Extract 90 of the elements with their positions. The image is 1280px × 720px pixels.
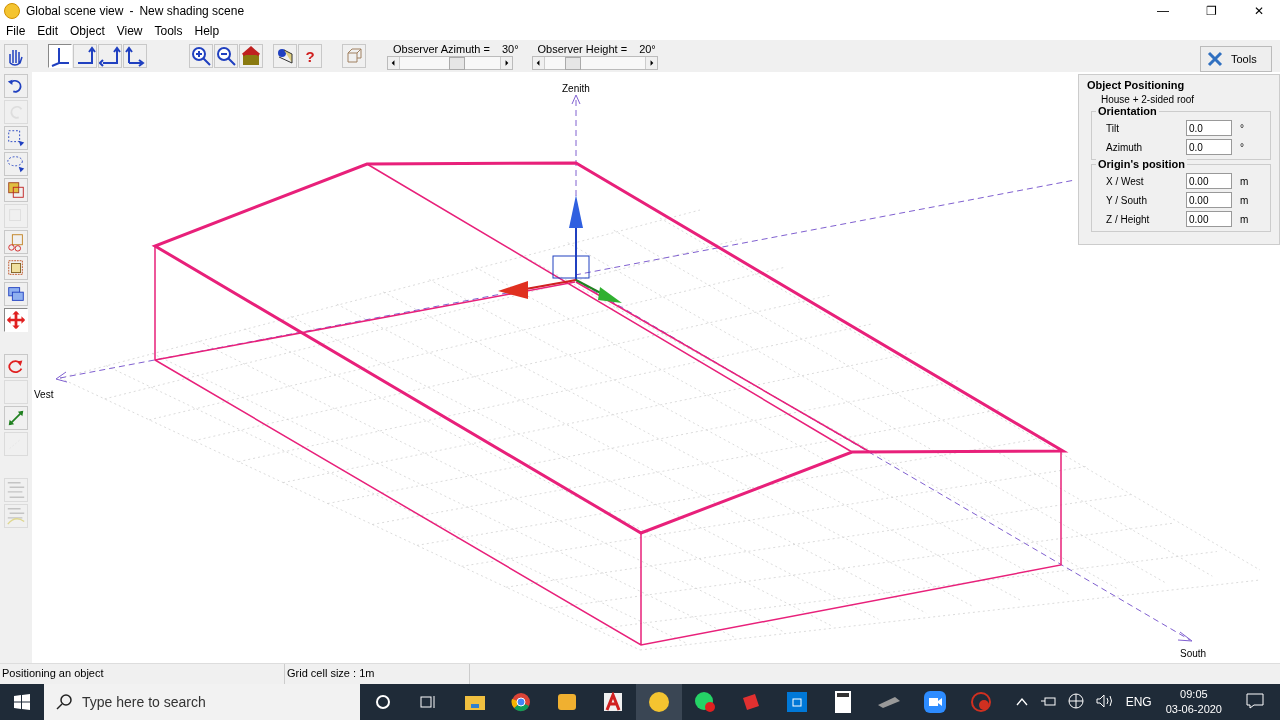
slider-thumb[interactable] [449, 56, 466, 70]
toolbar-button[interactable] [189, 44, 213, 68]
title-separator: - [129, 4, 134, 18]
toolbar-button[interactable] [239, 44, 263, 68]
toolbar-button[interactable] [48, 44, 72, 68]
scroll-slider[interactable] [387, 55, 513, 70]
layers-icon [6, 284, 26, 304]
tools-button[interactable]: Tools [1200, 46, 1272, 72]
tool-button[interactable] [4, 126, 28, 150]
unit-label: ° [1239, 122, 1245, 134]
menu-item[interactable]: File [2, 24, 30, 38]
menu-item[interactable]: Object [66, 24, 109, 38]
window-title: Global scene view [26, 4, 124, 18]
unit-label: m [1239, 213, 1250, 225]
field-label: Tilt [1106, 122, 1120, 134]
input-field[interactable]: 0.00 [1186, 173, 1232, 189]
toolbar-button[interactable] [123, 44, 147, 68]
menu-item[interactable]: View [112, 24, 147, 38]
field-label: Z / Height [1106, 213, 1151, 225]
move-icon [6, 310, 26, 330]
tool-button[interactable] [4, 256, 28, 280]
zenith-label: Zenith [562, 83, 590, 94]
lasso-select-icon [6, 154, 26, 174]
zoom-in-icon [190, 45, 212, 67]
input-field[interactable]: 0.0 [1186, 120, 1232, 136]
search-field[interactable]: Type here to search [80, 693, 344, 711]
toolbar-button[interactable] [4, 44, 28, 68]
notification-icon[interactable] [1246, 692, 1264, 712]
toolbar-button[interactable] [73, 44, 97, 68]
tool-button[interactable] [4, 152, 28, 176]
menu-item[interactable]: Edit [33, 24, 63, 38]
toolbar-button[interactable] [273, 44, 297, 68]
slider-value: 20° [639, 42, 656, 55]
tool-button[interactable] [4, 354, 28, 378]
field-label: X / West [1106, 175, 1145, 187]
toolbar-button[interactable] [98, 44, 122, 68]
unit-label: m [1239, 175, 1250, 187]
unit-label: ° [1239, 141, 1245, 153]
slider-label: Observer Height = [537, 42, 628, 55]
axes-icon [124, 45, 146, 67]
search-bar[interactable]: Type here to search [44, 684, 360, 720]
south-label: South [1180, 648, 1207, 659]
tool-button[interactable] [4, 406, 28, 430]
language-indicator[interactable]: ENG [1125, 695, 1152, 709]
group-title: Orientation [1096, 105, 1159, 117]
tool-button[interactable] [4, 178, 28, 202]
cut-icon [6, 232, 26, 252]
group-title: Origin's position [1096, 158, 1187, 170]
slider-value: 30° [501, 42, 519, 55]
panel-title: Object Positioning [1087, 79, 1186, 91]
frame-icon [6, 258, 26, 278]
window-control[interactable]: ✕ [1238, 0, 1280, 22]
taskbar-clock[interactable]: 09:05 03-06-2020 [1165, 687, 1222, 717]
solar-app-icon[interactable] [636, 684, 682, 720]
resize-icon [6, 408, 26, 428]
window-control[interactable]: — [1142, 0, 1184, 22]
search-icon [56, 694, 72, 710]
field-label: Y / South [1106, 194, 1148, 206]
box-select-icon [6, 128, 26, 148]
document-title: New shading scene [139, 4, 245, 18]
slider-label: Observer Azimuth = [393, 42, 490, 55]
slider-thumb[interactable] [565, 56, 582, 70]
lines-icon [6, 480, 26, 500]
input-field[interactable]: 0.00 [1186, 211, 1232, 227]
house-icon [240, 45, 262, 67]
scroll-slider[interactable] [531, 55, 658, 70]
tool-button[interactable] [4, 308, 28, 332]
tool-button[interactable] [4, 230, 28, 254]
input-field[interactable]: 0.0 [1186, 139, 1232, 155]
input-field[interactable]: 0.00 [1186, 192, 1232, 208]
window-control[interactable]: ❐ [1190, 0, 1232, 22]
axes-icon [49, 45, 71, 67]
app-logo-icon [4, 3, 20, 19]
unit-label: m [1239, 194, 1250, 206]
west-label: Vest [34, 389, 54, 400]
help-button[interactable]: ? [298, 44, 322, 68]
network-icon[interactable] [1067, 692, 1084, 712]
menu-item[interactable]: Help [190, 24, 224, 38]
toolbar-button[interactable] [214, 44, 238, 68]
tools-icon [1207, 51, 1225, 67]
chevron-up-icon[interactable] [1015, 698, 1028, 706]
object-name: House + 2-sided roof [1101, 94, 1196, 105]
lines-icon [6, 506, 26, 526]
field-label: Azimuth [1106, 141, 1144, 153]
axes-icon [99, 45, 121, 67]
tool-button[interactable] [4, 282, 28, 306]
menu-item[interactable]: Tools [150, 24, 187, 38]
tool-button[interactable] [4, 74, 28, 98]
copy-icon [6, 180, 26, 200]
zoom-out-icon [215, 45, 237, 67]
